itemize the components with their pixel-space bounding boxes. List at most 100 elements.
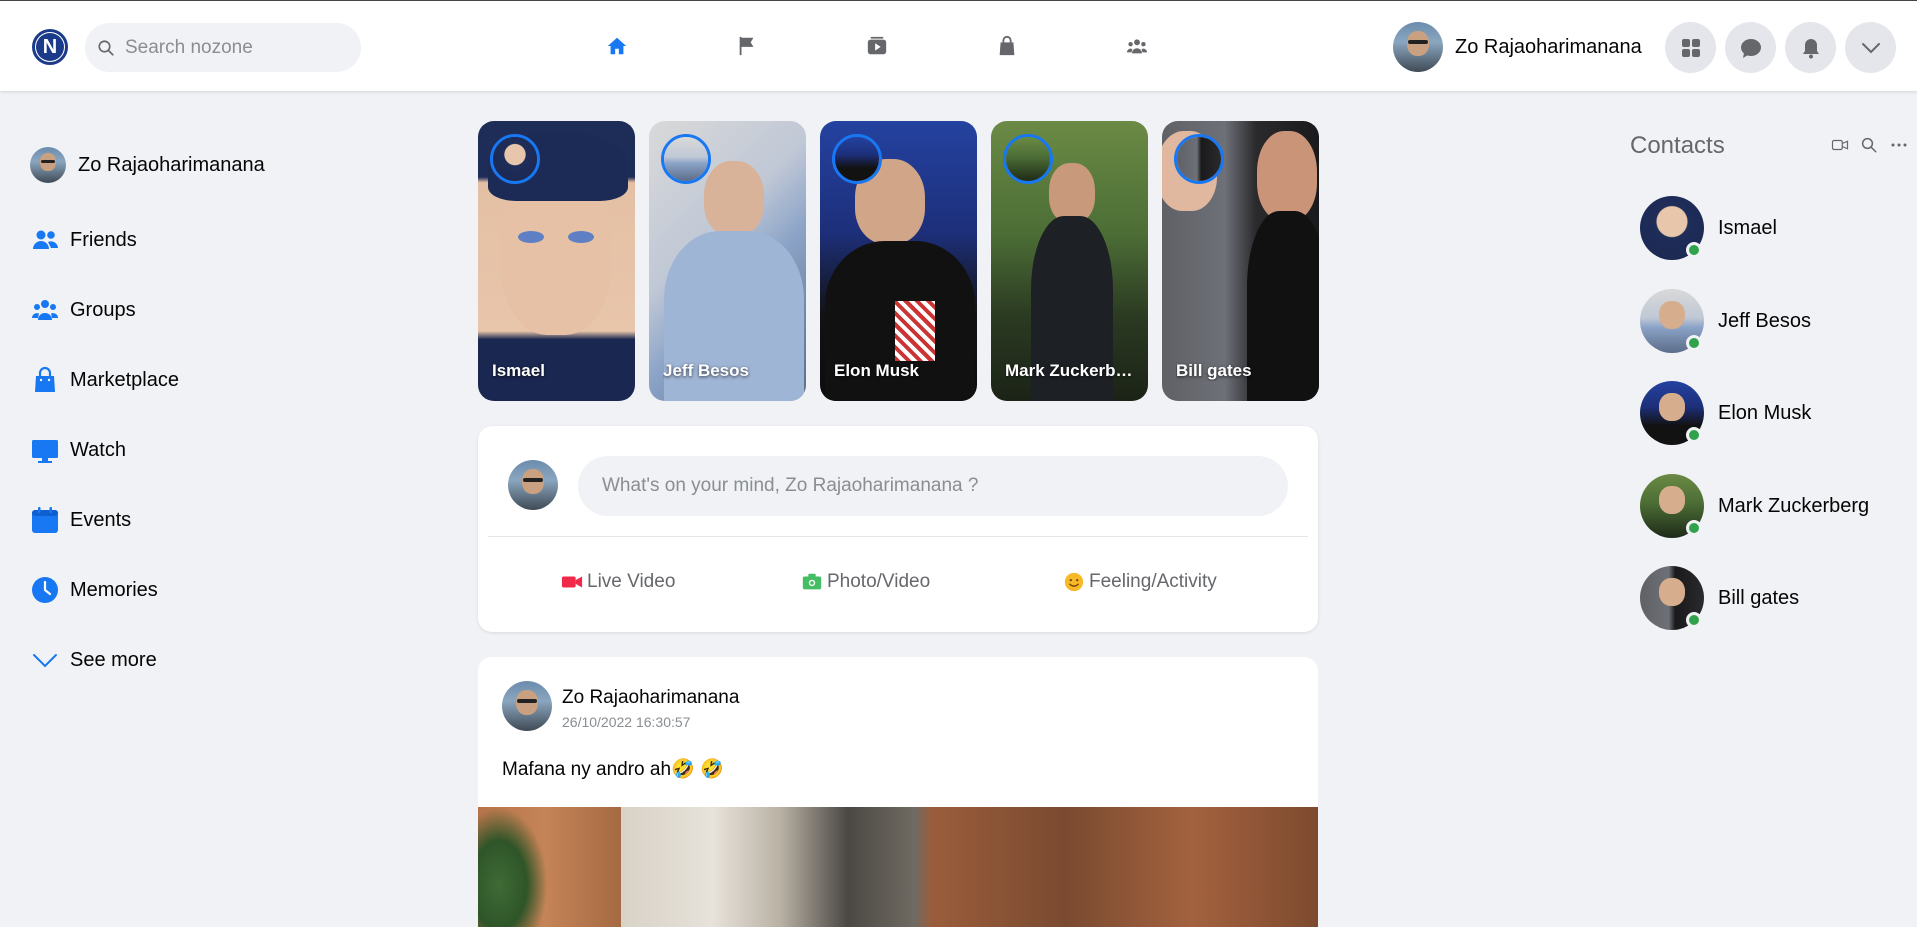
story-avatar (1174, 134, 1224, 184)
sidebar-item-marketplace[interactable]: Marketplace (30, 360, 179, 400)
marketplace-icon (35, 366, 55, 392)
contacts-title: Contacts (1630, 132, 1725, 159)
contact-name: Mark Zuckerberg (1718, 494, 1870, 517)
sidebar-item-label: Memories (70, 578, 158, 601)
user-avatar (1393, 22, 1443, 72)
watch-icon (867, 36, 887, 55)
story-card[interactable]: Elon Musk (820, 121, 977, 401)
photo-video-button[interactable]: Photo/Video (801, 567, 930, 597)
smiley-icon (1064, 572, 1084, 592)
notifications-button[interactable] (1785, 22, 1836, 73)
sidebar-item-label: Watch (70, 438, 126, 461)
sidebar-item-label: Events (70, 508, 132, 531)
story-name: Mark Zuckerberg (1005, 361, 1140, 380)
app-logo[interactable]: N (32, 29, 68, 65)
story-card[interactable]: Ismael (478, 121, 635, 401)
story-avatar (661, 134, 711, 184)
grid-menu-icon (1681, 38, 1700, 57)
feed-post: Zo Rajaoharimanana 26/10/2022 16:30:57 M… (478, 657, 1318, 927)
live-video-button[interactable]: Live Video (561, 567, 675, 597)
contact-name: Elon Musk (1718, 401, 1812, 424)
sidebar-item-memories[interactable]: Memories (30, 570, 158, 610)
account-menu-button[interactable] (1845, 22, 1896, 73)
messenger-button[interactable] (1725, 22, 1776, 73)
story-avatar (1003, 134, 1053, 184)
video-camera-icon (1831, 139, 1849, 151)
contacts-options-button[interactable] (1888, 134, 1910, 156)
contact-name: Ismael (1718, 216, 1777, 239)
friends-icon (33, 230, 58, 249)
contact-name: Bill gates (1718, 586, 1800, 609)
photo-camera-icon (802, 573, 822, 590)
marketplace-icon (999, 35, 1015, 56)
story-card[interactable]: Mark Zuckerberg (991, 121, 1148, 401)
sidebar-item-label: Friends (70, 228, 137, 251)
post-composer: What's on your mind, Zo Rajaoharimanana … (478, 426, 1318, 632)
search-bar[interactable] (85, 23, 361, 72)
post-author-name[interactable]: Zo Rajaoharimanana (562, 687, 739, 709)
feeling-activity-button[interactable]: Feeling/Activity (1063, 567, 1217, 597)
online-status-dot (1686, 427, 1702, 443)
contact-item[interactable]: Elon Musk (1640, 381, 1811, 445)
search-input[interactable] (125, 36, 345, 59)
sidebar-item-friends[interactable]: Friends (30, 220, 137, 260)
online-status-dot (1686, 520, 1702, 536)
contact-avatar (1640, 381, 1704, 445)
header-user-name: Zo Rajaoharimanana (1455, 35, 1642, 58)
sidebar-item-watch[interactable]: Watch (30, 430, 126, 470)
story-avatar (832, 134, 882, 184)
story-card[interactable]: Jeff Besos (649, 121, 806, 401)
sidebar-item-events[interactable]: Events (30, 500, 131, 540)
composer-divider (488, 536, 1308, 537)
composer-input[interactable]: What's on your mind, Zo Rajaoharimanana … (578, 456, 1288, 516)
post-author-avatar[interactable] (502, 681, 552, 731)
sidebar-item-label: Groups (70, 298, 136, 321)
menu-button[interactable] (1665, 22, 1716, 73)
sidebar-avatar (30, 147, 66, 183)
contact-avatar (1640, 566, 1704, 630)
sidebar-item-groups[interactable]: Groups (30, 290, 136, 330)
search-icon (98, 39, 114, 56)
sidebar-profile-name: Zo Rajaoharimanana (78, 153, 265, 176)
search-icon (1861, 137, 1877, 153)
messenger-icon (1740, 38, 1761, 58)
contact-item[interactable]: Jeff Besos (1640, 289, 1811, 353)
contact-avatar (1640, 196, 1704, 260)
flag-icon (739, 36, 754, 56)
story-card[interactable]: Bill gates (1162, 121, 1319, 401)
live-video-label: Live Video (587, 571, 676, 592)
online-status-dot (1686, 612, 1702, 628)
header-profile[interactable]: Zo Rajaoharimanana (1393, 22, 1642, 72)
events-icon (32, 507, 58, 533)
composer-avatar (508, 460, 558, 510)
nav-home[interactable] (602, 31, 632, 61)
post-text: Mafana ny andro ah🤣 🤣 (502, 759, 724, 780)
story-name: Ismael (492, 361, 545, 380)
video-camera-icon (561, 576, 583, 588)
memories-icon (32, 577, 58, 603)
nav-pages[interactable] (732, 31, 762, 61)
story-name: Bill gates (1176, 361, 1252, 380)
chevron-down-icon (33, 654, 57, 668)
nav-marketplace[interactable] (992, 31, 1022, 61)
search-contacts-button[interactable] (1858, 134, 1880, 156)
online-status-dot (1686, 242, 1702, 258)
sidebar-profile[interactable]: Zo Rajaoharimanana (30, 145, 265, 185)
nav-watch[interactable] (862, 31, 892, 61)
contact-item[interactable]: Bill gates (1640, 566, 1799, 630)
contact-item[interactable]: Mark Zuckerberg (1640, 474, 1869, 538)
groups-icon (32, 300, 58, 320)
nav-groups[interactable] (1122, 31, 1152, 61)
story-avatar (490, 134, 540, 184)
post-timestamp[interactable]: 26/10/2022 16:30:57 (562, 714, 690, 730)
contact-avatar (1640, 474, 1704, 538)
chevron-down-icon (1861, 42, 1880, 53)
online-status-dot (1686, 335, 1702, 351)
post-image-plant (478, 807, 548, 927)
contact-item[interactable]: Ismael (1640, 196, 1777, 260)
sidebar-item-see-more[interactable]: See more (30, 640, 157, 680)
story-name: Elon Musk (834, 361, 920, 380)
post-image[interactable] (478, 807, 1318, 927)
home-icon (607, 37, 627, 55)
new-room-button[interactable] (1829, 134, 1851, 156)
